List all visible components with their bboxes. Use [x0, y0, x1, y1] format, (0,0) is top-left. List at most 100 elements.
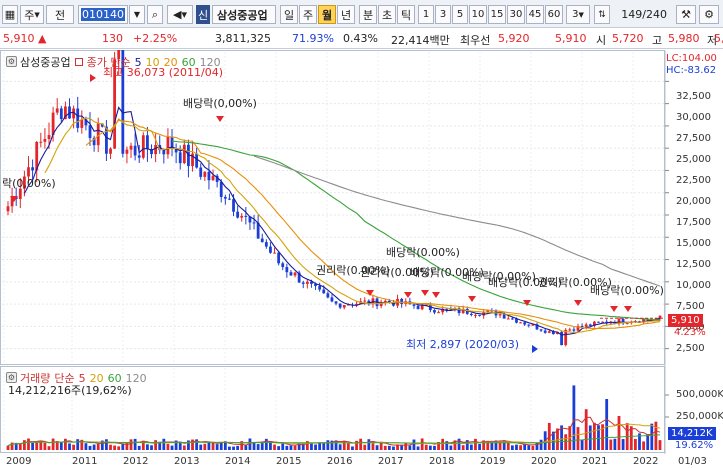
period-week[interactable]: 주 — [299, 5, 317, 24]
volume-bar — [64, 438, 67, 450]
market-select[interactable]: 주 ▼ — [20, 5, 44, 24]
interval-3[interactable]: 3 — [435, 5, 451, 24]
candle-body — [580, 326, 584, 328]
volume-bar — [580, 439, 584, 450]
candle-body — [137, 155, 141, 158]
x-tick: 2011 — [72, 456, 98, 467]
hc-label: HC:-83.62 — [666, 65, 717, 76]
volume-bar — [342, 440, 346, 450]
chart-canvas[interactable] — [0, 50, 723, 468]
x-tick: 2018 — [429, 456, 455, 467]
candle-body — [178, 152, 182, 164]
stock-chart[interactable]: ⚙ 삼성중공업 종가 단순 5 10 20 60 120 LC:104.00 H… — [0, 50, 723, 468]
volume-bar — [326, 440, 330, 450]
y-tick: 12,500 — [676, 259, 711, 270]
volume-bar — [236, 445, 240, 450]
volume-bar — [27, 438, 30, 450]
volume-bar — [367, 439, 371, 450]
volume-bar — [633, 438, 637, 450]
volume-bar — [51, 438, 55, 450]
volume-bar — [478, 444, 481, 450]
interval-15[interactable]: 15 — [488, 5, 506, 24]
layout-icon[interactable]: ▦ — [2, 5, 18, 24]
volume-bar — [650, 423, 654, 450]
previous-button[interactable]: 전 — [46, 5, 74, 24]
price-panel-title: 삼성중공업 — [20, 56, 71, 69]
interval-5[interactable]: 5 — [452, 5, 468, 24]
x-tick: 2009 — [6, 456, 32, 467]
volume-bar — [363, 444, 367, 450]
volume-bar — [47, 446, 51, 450]
candle-body — [301, 282, 305, 284]
volume-bar — [133, 438, 137, 450]
period-month[interactable]: 월 — [318, 5, 336, 24]
event-label: 배당락(0,00%) — [183, 97, 257, 110]
volume-bar — [59, 442, 63, 450]
price-panel-frame — [0, 50, 665, 365]
interval-10[interactable]: 10 — [469, 5, 487, 24]
legend-box-icon — [74, 58, 83, 66]
candle-body — [322, 289, 326, 294]
stock-code-input[interactable]: 010140 — [78, 5, 128, 24]
volume-bar — [654, 421, 658, 450]
volume-bar — [539, 439, 543, 450]
open-price: 5,720 — [612, 32, 644, 45]
candle-body — [318, 285, 322, 290]
turnover-rate: 0.43% — [343, 32, 378, 45]
candle-body — [133, 145, 137, 156]
panel-settings-icon[interactable]: ⚙ — [6, 56, 17, 67]
y-tick: 10,000 — [676, 280, 711, 291]
volume-bar — [199, 444, 203, 450]
search-button[interactable]: ⌕ — [147, 5, 163, 24]
period-year[interactable]: 년 — [337, 5, 355, 24]
volume-bar — [338, 444, 342, 450]
candle-body — [597, 321, 600, 323]
candle-body — [80, 119, 84, 128]
step-button[interactable]: ⇅ — [594, 5, 610, 24]
candle-body — [338, 303, 342, 308]
candle-body — [47, 135, 51, 140]
volume-value-text: 14,212,216주(19,62%) — [8, 384, 132, 397]
volume-bar — [109, 444, 112, 450]
volume-bar — [170, 445, 174, 450]
period-minute[interactable]: 분 — [359, 5, 377, 24]
gear-button[interactable]: ⚙ — [699, 5, 719, 24]
period-tick[interactable]: 틱 — [397, 5, 415, 24]
sound-button[interactable]: ◀▾ — [167, 5, 193, 24]
toolbar: ▦ 주 ▼ 전 010140 ▼ ⌕ ◀▾ 신 삼성중공업 일 주 월 년 분 초… — [0, 0, 723, 28]
interval-1[interactable]: 1 — [418, 5, 434, 24]
x-tick: 2015 — [276, 456, 302, 467]
volume-bar — [207, 441, 211, 450]
volume-bar — [535, 442, 539, 450]
candle-body — [342, 305, 346, 308]
tools-button[interactable]: ⚒ — [676, 5, 696, 24]
interval-custom[interactable]: 3 ▼ — [566, 5, 590, 24]
best-ask: 5,910 — [555, 32, 587, 45]
volume-bar — [387, 445, 391, 450]
volume-pct-tag: 19.62% — [675, 440, 714, 451]
period-day[interactable]: 일 — [280, 5, 298, 24]
candle-body — [55, 108, 59, 113]
period-second[interactable]: 초 — [378, 5, 396, 24]
volume-bar — [433, 445, 436, 450]
page-counter: 149/240 — [621, 8, 667, 21]
chevron-down-icon: ▼ — [578, 10, 584, 19]
interval-60[interactable]: 60 — [545, 5, 563, 24]
search-icon: ⌕ — [151, 7, 159, 21]
code-dropdown-button[interactable]: ▼ — [129, 5, 145, 24]
interval-30[interactable]: 30 — [507, 5, 525, 24]
volume-bar — [621, 439, 625, 450]
volume-bar — [162, 438, 166, 450]
volume-bar — [351, 446, 354, 450]
y-tick: 2,500 — [676, 343, 705, 354]
y-tick: 22,500 — [676, 175, 711, 186]
high-label: 고 — [652, 34, 663, 47]
candle-body — [219, 181, 223, 197]
volume-bar — [359, 438, 363, 450]
candle-body — [326, 293, 330, 298]
x-tick: 01/03 — [678, 456, 707, 467]
volume-bar — [228, 446, 231, 450]
interval-45[interactable]: 45 — [526, 5, 544, 24]
candle-body — [305, 281, 309, 284]
volume-bar — [187, 440, 190, 450]
